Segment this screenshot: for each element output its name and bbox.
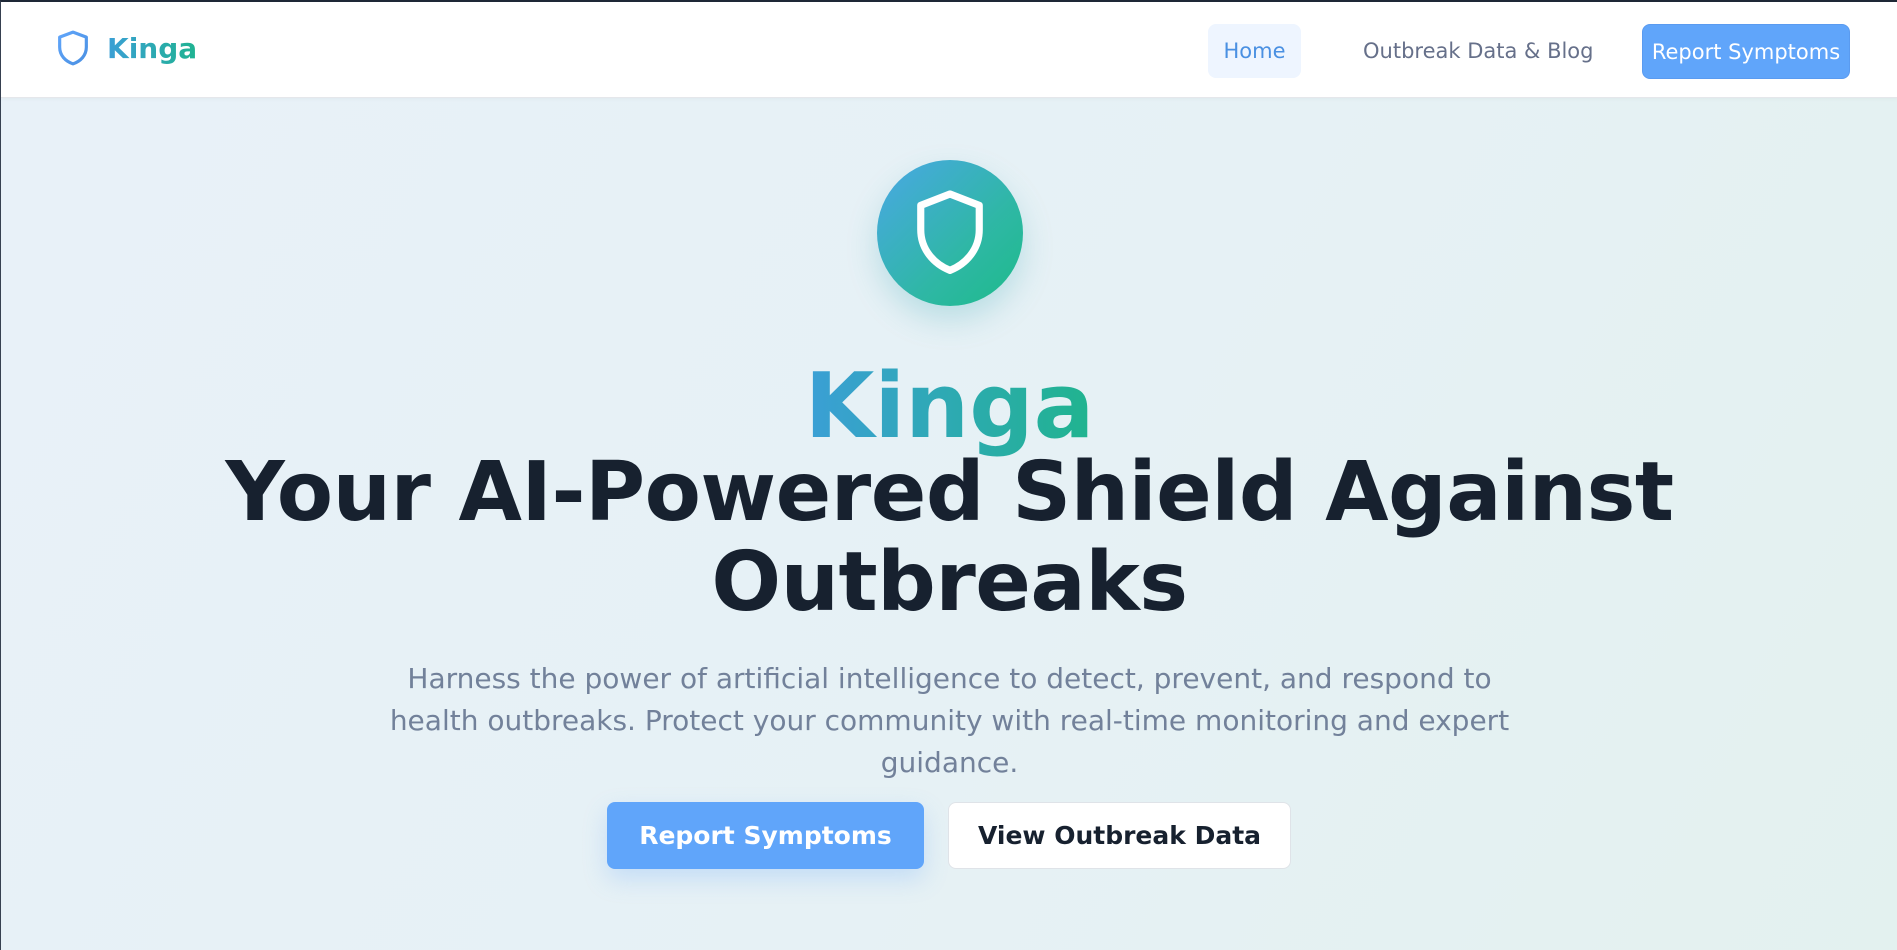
shield-icon	[58, 30, 88, 66]
nav-outbreak-data-blog-link[interactable]: Outbreak Data & Blog	[1363, 24, 1594, 78]
nav-home-link[interactable]: Home	[1208, 24, 1301, 78]
report-symptoms-button[interactable]: Report Symptoms	[607, 802, 924, 869]
top-nav: Kinga Home Outbreak Data & Blog Report S…	[1, 2, 1897, 98]
brand-logo[interactable]: Kinga	[53, 26, 197, 70]
hero-shield-badge	[877, 160, 1023, 306]
hero-subtitle: Harness the power of artificial intellig…	[389, 662, 1510, 779]
hero-section: Kinga Your AI-Powered Shield Against Out…	[1, 98, 1897, 950]
shield-icon	[917, 190, 983, 274]
hero-title: Your AI-Powered Shield Against Outbreaks	[225, 445, 1674, 630]
nav-report-symptoms-button[interactable]: Report Symptoms	[1642, 24, 1850, 79]
view-outbreak-data-button[interactable]: View Outbreak Data	[948, 802, 1291, 869]
hero-brand-text: Kinga	[804, 354, 1095, 459]
brand-name: Kinga	[107, 31, 198, 65]
